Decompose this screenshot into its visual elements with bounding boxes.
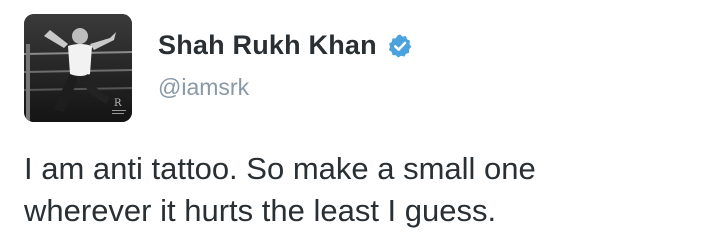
tweet-text-line: I am anti tattoo. So make a small one [24,151,536,186]
avatar-photo-icon: R [24,14,132,122]
profile-avatar[interactable]: R [24,14,132,122]
author-handle[interactable]: @iamsrk [158,74,249,101]
verified-badge-icon [387,33,413,59]
author-name-row: Shah Rukh Khan [158,30,413,61]
svg-text:R: R [114,98,122,109]
tweet-text-line: wherever it hurts the least I guess. [24,193,497,228]
tweet-text: I am anti tattoo. So make a small one wh… [24,148,704,232]
tweet-card: R Shah Rukh Khan @iamsrk I am anti tatto… [0,0,720,240]
author-display-name[interactable]: Shah Rukh Khan [158,30,377,61]
